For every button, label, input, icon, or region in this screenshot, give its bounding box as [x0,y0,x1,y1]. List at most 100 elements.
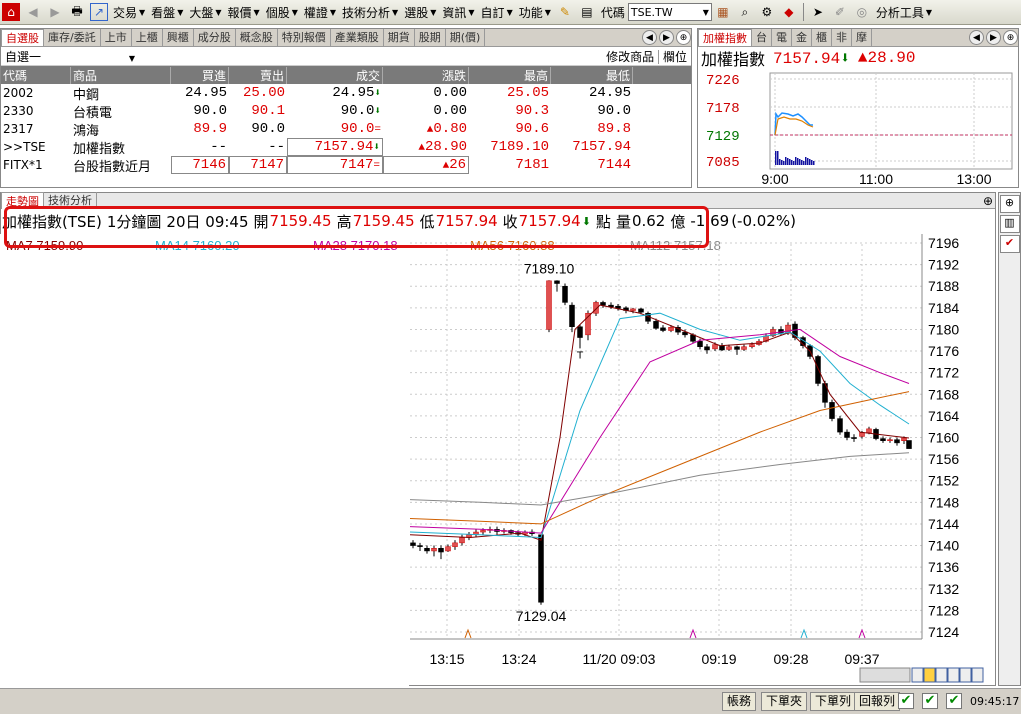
tab-prev-icon[interactable]: ◀ [969,30,984,45]
print-icon[interactable]: 🖶 [68,3,86,21]
tab-mini_panel-0[interactable]: 加權指數 [698,29,752,46]
analysis-tools-menu[interactable]: 分析工具 ▼ [873,4,935,21]
y-tick: 7140 [928,538,959,554]
panel-icon[interactable]: ▥ [999,215,1020,233]
clock-icon[interactable] [923,667,936,683]
menu-11[interactable]: 功能 ▼ [516,4,554,21]
chart-scrollbar[interactable] [859,667,911,683]
status-button-0[interactable]: 帳務 [722,692,757,711]
notepad-icon[interactable]: ▤ [578,3,596,21]
tab-next-icon[interactable]: ▶ [659,30,674,45]
column-header[interactable]: 賣出 [229,66,287,84]
cell-last-value: 24.95 [332,85,375,101]
tools-icon[interactable]: ⚙ [758,3,776,21]
window-icon[interactable]: ↗ [90,3,108,21]
checkbox-1[interactable]: ✔ [922,693,938,709]
tab-quote_panel-10[interactable]: 股期 [415,29,446,46]
back-icon[interactable]: ◀ [24,3,42,21]
columns-button[interactable]: 欄位 [663,50,687,64]
tab-quote_panel-7[interactable]: 特別報價 [278,29,331,46]
quote-icon[interactable]: ▦ [714,3,732,21]
tab-quote_panel-1[interactable]: 庫存/委託 [44,29,101,46]
zoom-icon[interactable]: ⊕ [983,194,993,208]
menu-2[interactable]: 看盤 ▼ [148,4,186,21]
tab-quote_panel-2[interactable]: 上市 [101,29,132,46]
zoom-out-icon[interactable] [935,667,948,683]
menu-6[interactable]: 權證 ▼ [301,4,339,21]
tab-quote_panel-8[interactable]: 產業類股 [331,29,384,46]
menu-5[interactable]: 個股 ▼ [263,4,301,21]
cell-low-value: 89.8 [597,121,631,137]
candle-body [546,280,552,330]
table-row[interactable]: 2330 台積電 90.0 90.1 90.0⬇ 0.00 90.3 90.0 [1,102,691,121]
settings-icon[interactable] [971,667,984,683]
tab-next-icon[interactable]: ▶ [986,30,1001,45]
tab-quote_panel-9[interactable]: 期貨 [384,29,415,46]
menu-1[interactable]: 交易 ▼ [110,4,148,21]
tab-quote_panel-4[interactable]: 興櫃 [163,29,194,46]
checkbox-2[interactable]: ✔ [946,693,962,709]
tag-icon[interactable]: ◆ [780,3,798,21]
column-header[interactable]: 買進 [171,66,229,84]
tab-quote_panel-0[interactable]: 自選股 [1,29,44,46]
column-header[interactable]: 最高 [469,66,551,84]
cursor-icon[interactable]: ➤ [809,3,827,21]
table-row[interactable]: FITX*1 台股指數近月 7146 7147 7147= ▲26 7181 7144 [1,156,691,175]
menu-8[interactable]: 選股 ▼ [401,4,439,21]
drawing-icon[interactable]: ✐ [831,3,849,21]
tab-mini_panel-2[interactable]: 電 [772,29,792,46]
chevron-down-icon: ▼ [544,7,551,17]
zoom-in-icon[interactable] [911,667,924,683]
menu-7[interactable]: 技術分析 ▼ [339,4,401,21]
column-header[interactable]: 最低 [551,66,633,84]
fit-icon[interactable] [947,667,960,683]
tab-quote_panel-5[interactable]: 成分股 [194,29,236,46]
down-arrow-icon: ⬇ [374,88,381,100]
cell-chg: ▲26 [383,156,469,174]
tab-prev-icon[interactable]: ◀ [642,30,657,45]
undo-icon[interactable] [959,667,972,683]
tab-mini_panel-5[interactable]: 非 [832,29,852,46]
tab-quote_panel-11[interactable]: 期(價) [446,29,486,46]
zoom-icon[interactable]: ⊕ [1003,30,1018,45]
pencil-icon[interactable]: ✎ [556,3,574,21]
analysis-icon[interactable]: ◎ [853,3,871,21]
search-icon[interactable]: ⌕ [736,3,754,21]
modify-products-button[interactable]: 修改商品 [606,49,660,64]
watchlist-select[interactable]: 自選一 ▼ [5,48,135,65]
zoom-icon[interactable]: ⊕ [676,30,691,45]
status-button-2[interactable]: 下單列 [810,692,857,711]
cell-ask: -- [229,139,287,155]
menu-3[interactable]: 大盤 ▼ [186,4,224,21]
table-row[interactable]: 2002 中鋼 24.95 25.00 24.95⬇ 0.00 25.05 24.95 [1,84,691,103]
tab-quote_panel-3[interactable]: 上櫃 [132,29,163,46]
tab-mini_panel-6[interactable]: 摩 [852,29,872,46]
candle-body [851,437,857,439]
forward-icon[interactable]: ▶ [46,3,64,21]
tab-mini_panel-1[interactable]: 台 [752,29,772,46]
zoom-icon[interactable]: ⊕ [999,195,1020,213]
checkbox-0[interactable]: ✔ [898,693,914,709]
menu-10[interactable]: 自訂 ▼ [478,4,516,21]
dropdown-arrow-icon[interactable]: ▼ [703,8,709,17]
column-header[interactable]: 商品 [71,66,171,84]
table-row[interactable]: >>TSE 加權指數 -- -- 7157.94⬇ ▲28.90 7189.10 7157.9… [1,138,691,157]
status-button-3[interactable]: 回報列 [854,692,901,711]
home-icon[interactable]: ⌂ [2,3,20,21]
check-icon[interactable]: ✔ [999,235,1020,253]
column-header[interactable]: 代碼 [1,66,71,84]
status-button-1[interactable]: 下單夾 [761,692,808,711]
x-tick: 09:37 [844,651,879,667]
code-input[interactable]: TSE.TW ▼ [627,3,712,21]
column-header[interactable]: 成交 [287,66,383,84]
menu-4[interactable]: 報價 ▼ [225,4,263,21]
mini-volume-bar [799,159,801,165]
chevron-down-icon: ▼ [392,7,399,17]
table-row[interactable]: 2317 鴻海 89.9 90.0 90.0= ▲0.80 90.6 89.8 [1,120,691,139]
menu-9[interactable]: 資訊 ▼ [439,4,477,21]
tab-quote_panel-6[interactable]: 概念股 [236,29,278,46]
column-header[interactable]: 漲跌 [383,66,469,84]
down-arrow-icon: ⬇ [840,50,850,68]
tab-mini_panel-4[interactable]: 櫃 [812,29,832,46]
tab-mini_panel-3[interactable]: 金 [792,29,812,46]
